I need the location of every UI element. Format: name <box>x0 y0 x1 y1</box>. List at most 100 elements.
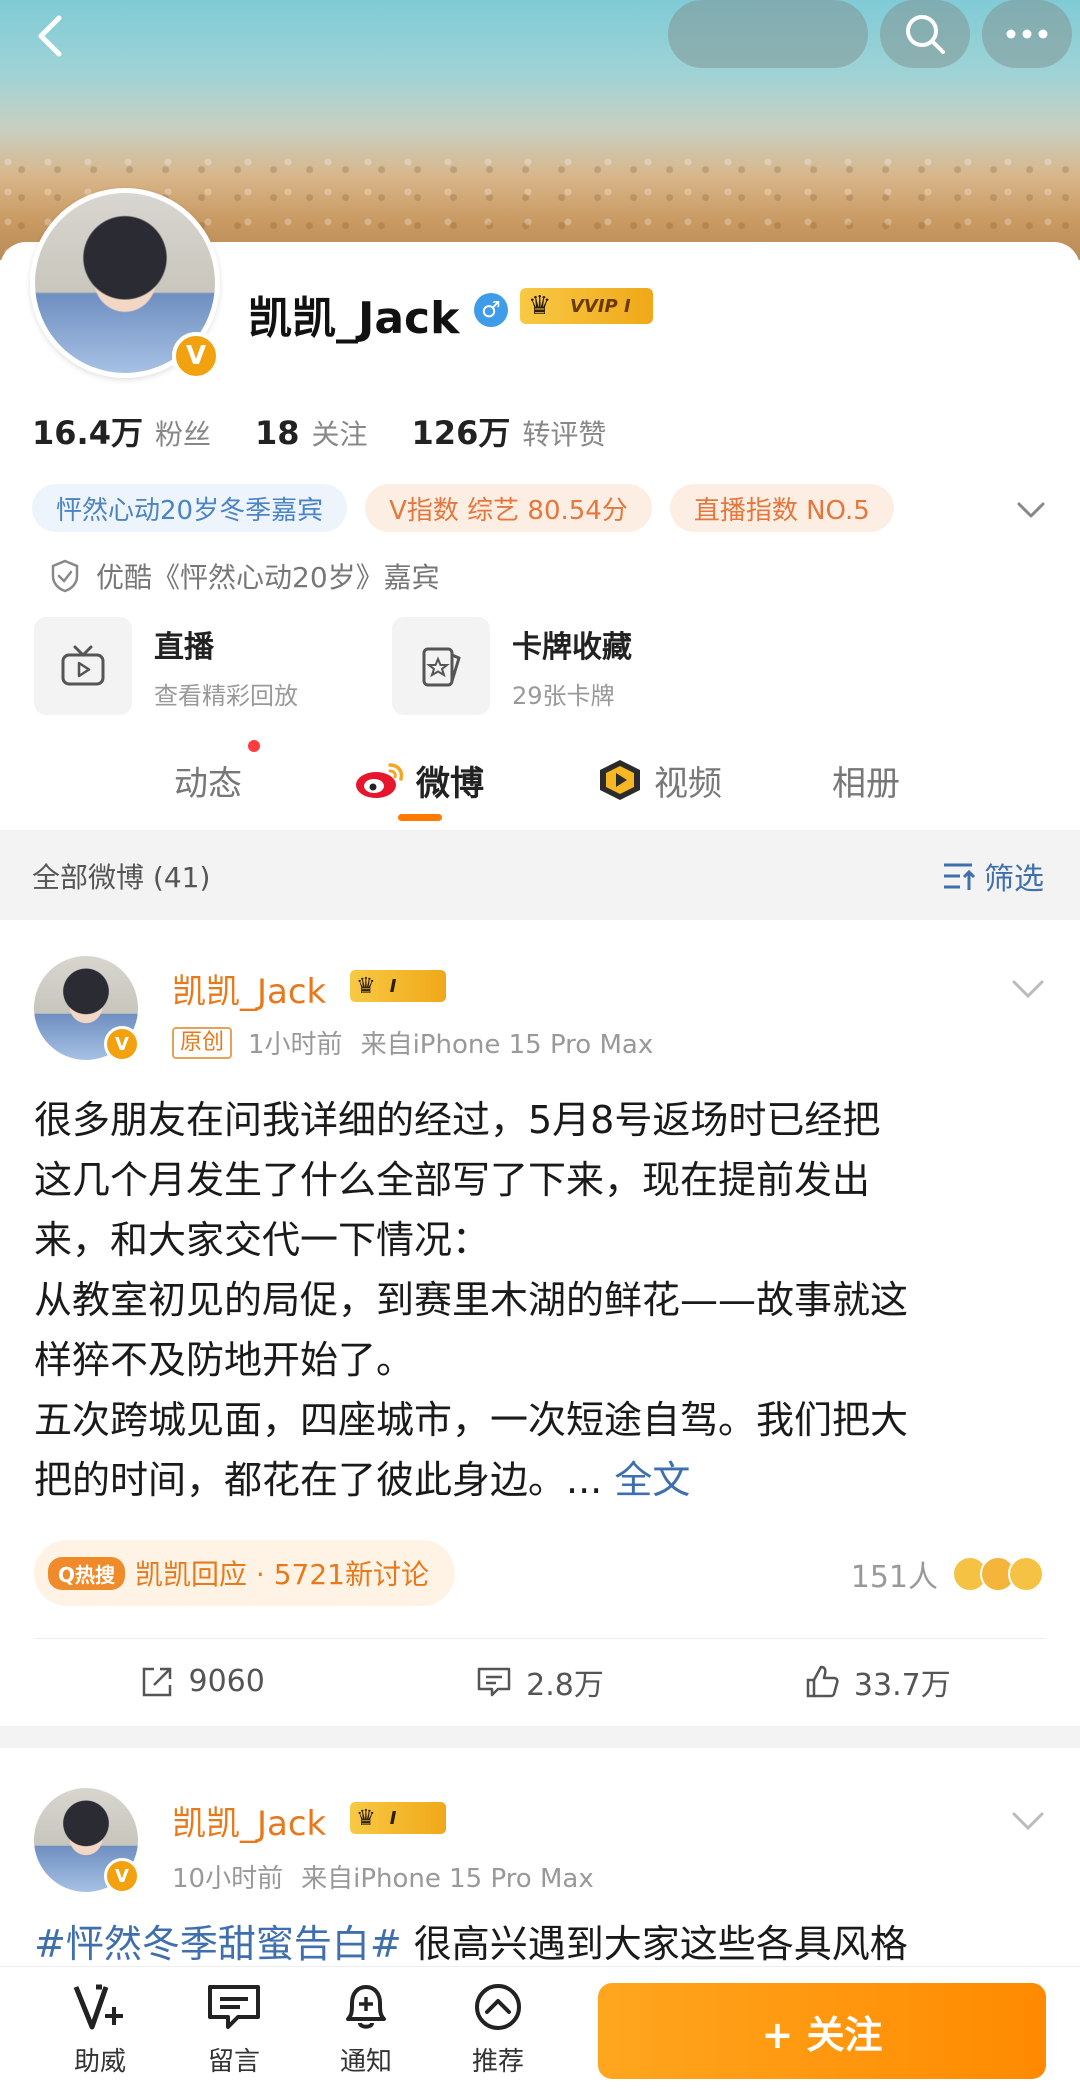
back-button[interactable] <box>20 6 80 66</box>
thumbs-up-icon <box>806 1665 839 1697</box>
tab-weibo[interactable]: 微博 <box>354 740 484 820</box>
stat-value: 18 <box>254 414 300 452</box>
like-button[interactable]: 33.7万 <box>709 1639 1046 1724</box>
tab-label: 动态 <box>174 763 242 804</box>
post-line: 很多朋友在问我详细的经过，5月8号返场时已经把 <box>34 1098 881 1142</box>
post-line: 这几个月发生了什么全部写了下来，现在提前发出 <box>34 1158 871 1202</box>
more-button[interactable] <box>982 0 1072 68</box>
cheer-button[interactable]: 助威 <box>50 1981 150 2078</box>
filter-label: 筛选 <box>984 862 1044 897</box>
tab-video[interactable]: 视频 <box>596 740 722 820</box>
active-tab-indicator <box>398 814 442 821</box>
post-separator <box>0 1726 1080 1748</box>
stat-label: 粉丝 <box>154 418 211 451</box>
vvip-badge[interactable]: ♛ VVIP I <box>520 288 653 324</box>
repost-count: 9060 <box>188 1664 265 1699</box>
tab-label: 相册 <box>832 763 900 804</box>
post-body[interactable]: 很多朋友在问我详细的经过，5月8号返场时已经把 这几个月发生了什么全部写了下来，… <box>34 1090 1046 1510</box>
tab-feed[interactable]: 动态 <box>174 740 242 820</box>
post-actions: 9060 2.8万 33.7万 <box>34 1638 1046 1724</box>
crown-badge: ♛ I <box>350 970 446 1002</box>
chevron-down-icon[interactable] <box>1015 494 1047 526</box>
post-line: 来，和大家交代一下情况： <box>34 1218 491 1262</box>
post-line: 把的时间，都花在了彼此身边。... 全文 <box>34 1450 1046 1510</box>
card-collection-icon <box>392 617 490 715</box>
repost-button[interactable]: 9060 <box>34 1639 371 1724</box>
bottom-label: 留言 <box>207 2047 260 2077</box>
stat-followers[interactable]: 16.4万 粉丝 <box>32 408 211 454</box>
comment-button[interactable]: 2.8万 <box>371 1639 708 1724</box>
bottom-label: 助威 <box>73 2047 126 2077</box>
video-play-icon <box>600 760 640 800</box>
follow-button[interactable]: + 关注 <box>598 1983 1046 2079</box>
top-status-pill[interactable] <box>668 0 868 68</box>
filter-icon <box>944 863 976 890</box>
recommend-icon <box>475 1984 521 2030</box>
profile-tabs: 动态 微博 视频 相册 <box>0 740 1080 830</box>
tab-label: 视频 <box>654 763 722 804</box>
hashtag-link[interactable]: #怦然冬季甜蜜告白# <box>34 1922 402 1966</box>
feature-live[interactable]: 直播 查看精彩回放 <box>34 617 298 715</box>
post-line: 从教室初见的局促，到赛里木湖的鲜花——故事就这 <box>34 1278 909 1322</box>
post-card: V 凯凯_Jack ♛ I 10小时前 来自iPhone 15 Pro Max … <box>0 1748 1080 1966</box>
post-line: 样猝不及防地开始了。 <box>34 1338 415 1382</box>
tag-guest[interactable]: 怦然心动20岁冬季嘉宾 <box>32 484 348 532</box>
chevron-down-icon[interactable] <box>1010 970 1046 1006</box>
chevron-down-icon[interactable] <box>1010 1802 1046 1838</box>
stat-following[interactable]: 18 关注 <box>255 413 368 453</box>
tab-album[interactable]: 相册 <box>832 740 900 820</box>
post-source: 来自iPhone 15 Pro Max <box>301 1864 594 1894</box>
read-more-link[interactable]: 全文 <box>614 1458 690 1502</box>
message-button[interactable]: 留言 <box>184 1981 284 2078</box>
people-count: 151人 <box>850 1560 938 1595</box>
filter-title: 全部微博 (41) <box>32 861 211 894</box>
v-plus-icon <box>73 1984 123 2030</box>
post-source: 来自iPhone 15 Pro Max <box>360 1030 654 1060</box>
crown-icon: ♛ <box>528 291 552 321</box>
search-button[interactable] <box>880 0 970 68</box>
surprised-emoji-icon <box>1008 1556 1044 1592</box>
hot-search-icon: Q热搜 <box>48 1556 126 1590</box>
post-body[interactable]: #怦然冬季甜蜜告白# 很高兴遇到大家这些各具风格 <box>34 1914 1046 1970</box>
crown-badge: ♛ I <box>350 1802 446 1834</box>
bottom-label: 通知 <box>339 2047 392 2077</box>
hot-search-pill[interactable]: Q热搜 凯凯回应 · 5721新讨论 <box>34 1540 455 1606</box>
filter-button[interactable]: 筛选 <box>942 854 1044 898</box>
tag-live-index[interactable]: 直播指数 NO.5 <box>669 484 894 532</box>
bottom-label: 推荐 <box>471 2047 524 2077</box>
certification-text: 优酷《怦然心动20岁》嘉宾 <box>96 561 440 594</box>
post-line-text: 把的时间，都花在了彼此身边。... <box>34 1458 615 1502</box>
stat-value: 16.4万 <box>32 414 143 452</box>
post-author[interactable]: 凯凯_Jack <box>172 964 326 1013</box>
more-dots-icon <box>1006 29 1048 39</box>
stat-value: 126万 <box>411 414 511 452</box>
feature-cards[interactable]: 卡牌收藏 29张卡牌 <box>392 617 632 715</box>
chevron-left-icon <box>38 15 62 57</box>
tag-v-index[interactable]: V指数 综艺 80.54分 <box>365 484 652 532</box>
post-avatar[interactable]: V <box>34 1788 140 1894</box>
feature-subtitle: 查看精彩回放 <box>154 681 298 710</box>
comment-icon <box>477 1667 511 1696</box>
unread-dot <box>248 740 260 752</box>
crown-icon: ♛ <box>356 1805 376 1831</box>
recommend-button[interactable]: 推荐 <box>448 1981 548 2078</box>
verified-badge: V <box>104 1026 140 1062</box>
feature-title: 直播 <box>154 629 214 665</box>
tv-icon <box>34 617 132 715</box>
comment-count: 2.8万 <box>526 1667 604 1703</box>
post-line: 五次跨城见面，四座城市，一次短途自驾。我们把大 <box>34 1398 909 1442</box>
post-time: 10小时前 <box>172 1864 284 1894</box>
notify-button[interactable]: 通知 <box>316 1981 416 2078</box>
stat-interactions[interactable]: 126万 转评赞 <box>412 408 607 454</box>
filter-bar: 全部微博 (41) 筛选 <box>0 830 1080 920</box>
stat-label: 关注 <box>311 418 368 451</box>
reaction-people[interactable]: 151人 <box>851 1552 1044 1596</box>
post-author[interactable]: 凯凯_Jack <box>172 1796 326 1845</box>
vvip-label: VVIP I <box>570 295 631 317</box>
verified-badge: V <box>104 1858 140 1894</box>
post-time: 1小时前 <box>248 1030 343 1060</box>
stat-label: 转评赞 <box>522 418 607 451</box>
post-avatar[interactable]: V <box>34 956 140 1062</box>
profile-tags: 怦然心动20岁冬季嘉宾 V指数 综艺 80.54分 直播指数 NO.5 <box>32 484 894 532</box>
post-meta: 10小时前 来自iPhone 15 Pro Max <box>172 1858 594 1895</box>
